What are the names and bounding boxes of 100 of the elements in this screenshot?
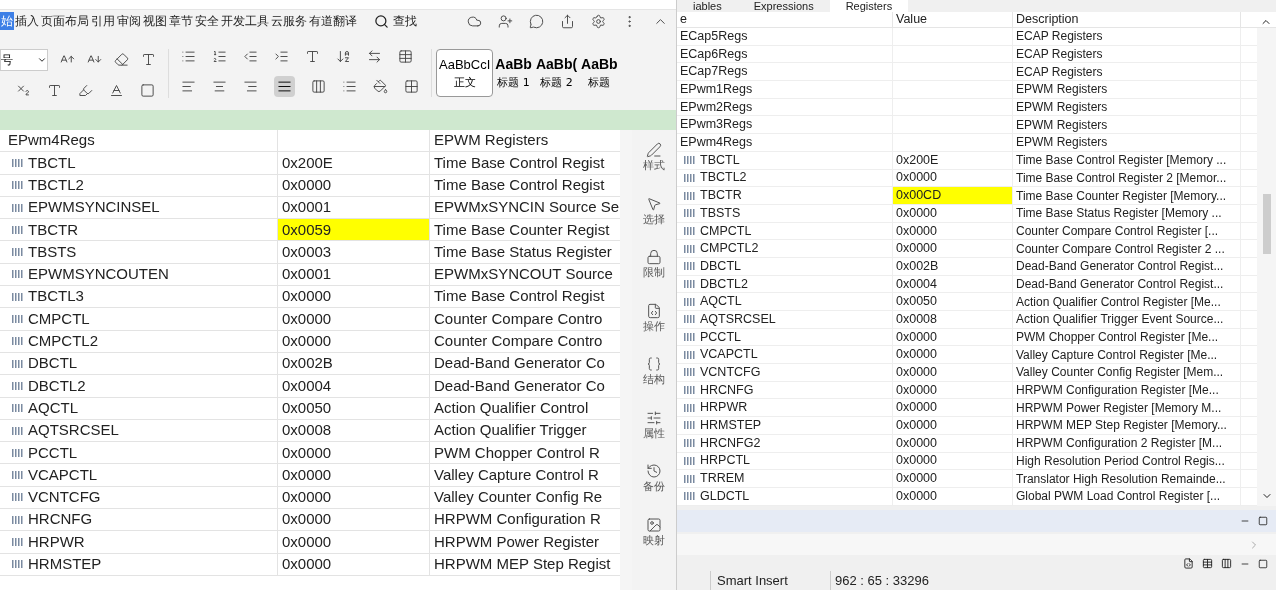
tool-icon <box>646 463 662 479</box>
align-left-icon[interactable] <box>181 79 196 94</box>
side-tool-button[interactable]: 映射 <box>643 516 665 549</box>
register-description: Time Base Control Register 2 [Memor... <box>1013 169 1241 187</box>
register-icon <box>684 474 696 483</box>
register-icon <box>684 456 696 465</box>
register-description: Valley Counter Config Register [Mem... <box>1013 364 1241 381</box>
register-description: Time Base Control Register [Memory ... <box>1013 151 1241 169</box>
user-plus-icon[interactable] <box>498 13 513 29</box>
tool-label: 备份 <box>643 479 665 495</box>
side-tool-button[interactable]: 属性 <box>643 409 665 442</box>
scrollbar-thumb[interactable] <box>1262 194 1271 254</box>
menu-tab[interactable]: 安全 <box>194 12 220 30</box>
char-shading-icon[interactable] <box>140 82 155 98</box>
maximize-icon[interactable] <box>1258 515 1268 526</box>
search-button[interactable]: 查找 <box>374 12 417 30</box>
value-cell: 0x002B <box>893 257 1013 275</box>
register-icon <box>12 471 24 480</box>
register-icon <box>684 297 696 306</box>
style-preset[interactable]: AaBb 标题 1 <box>493 49 534 97</box>
justify-button[interactable] <box>274 76 295 97</box>
register-name: EPWMSYNCOUTEN <box>28 264 169 285</box>
menu-tab[interactable]: 有道翻译 <box>308 12 358 30</box>
column-header[interactable]: e <box>677 12 893 27</box>
register-description: HRPWM MEP Step Regist <box>433 554 612 575</box>
register-name: DBCTL2 <box>700 275 748 293</box>
numbered-list-icon[interactable] <box>212 49 227 64</box>
menu-tab[interactable]: 审阅 <box>116 12 142 30</box>
cloud-icon[interactable] <box>467 13 482 29</box>
toolbar-icon[interactable] <box>1202 558 1213 570</box>
register-icon <box>684 333 696 342</box>
view-tab[interactable]: Expressions <box>737 0 830 12</box>
side-tool-button[interactable]: 样式 <box>643 142 665 175</box>
value-cell: 0x0000 <box>893 169 1013 187</box>
swap-icon[interactable] <box>367 49 382 64</box>
table-icon[interactable] <box>398 49 413 64</box>
tool-label: 操作 <box>643 318 665 335</box>
subscript-icon[interactable] <box>16 82 31 98</box>
menu-tab[interactable]: 始 <box>0 12 14 30</box>
menu-tab[interactable]: 页面布局 <box>40 12 90 30</box>
register-description: Time Base Status Register [Memory ... <box>1013 204 1241 222</box>
register-icon <box>12 538 24 546</box>
font-size-field[interactable]: 号 <box>0 48 48 71</box>
register-description: Time Base Control Regist <box>433 286 606 307</box>
register-name: TBCTL3 <box>28 286 84 307</box>
share-icon[interactable] <box>560 13 575 29</box>
eraser-icon[interactable] <box>114 52 129 67</box>
menu-tab[interactable]: 视图 <box>142 12 168 30</box>
align-right-icon[interactable] <box>243 79 258 94</box>
register-icon <box>12 181 24 190</box>
toolbar-icon[interactable] <box>1221 558 1232 570</box>
toolbar-icon[interactable] <box>1183 558 1194 570</box>
outdent-icon[interactable] <box>243 49 258 64</box>
menu-tab[interactable]: 章节 <box>168 12 194 30</box>
distribute-icon[interactable] <box>311 79 326 94</box>
style-preset[interactable]: AaBb 标题 <box>579 49 620 97</box>
maximize-icon[interactable] <box>1258 558 1268 569</box>
column-header[interactable]: Value <box>893 12 1013 27</box>
side-tool-button[interactable]: 结构 <box>643 356 665 389</box>
chat-icon[interactable] <box>529 13 544 29</box>
column-header[interactable]: Description <box>1013 12 1241 27</box>
register-name: EPwm2Regs <box>680 98 753 116</box>
side-tool-button[interactable]: 选择 <box>643 195 665 228</box>
style-preset[interactable]: AaBbCcI 正文 <box>436 49 494 97</box>
tool-icon <box>646 302 662 319</box>
value-cell: 0x0050 <box>893 293 1013 310</box>
register-name: PCCTL <box>700 328 741 346</box>
value-cell: 0x0004 <box>278 375 430 397</box>
highlighter-icon[interactable] <box>78 82 93 98</box>
value-cell: 0x0000 <box>278 286 430 308</box>
menu-tab[interactable]: 引用 <box>90 12 116 30</box>
settings-icon[interactable] <box>591 13 606 29</box>
menu-tab[interactable]: 开发工具 <box>220 12 270 30</box>
menu-tab[interactable]: 插入 <box>14 12 40 30</box>
menu-tab[interactable]: 云服务 <box>270 12 308 30</box>
shading-icon[interactable] <box>373 79 388 94</box>
register-icon <box>12 515 24 524</box>
font-color-icon[interactable] <box>109 82 124 98</box>
side-tool-button[interactable]: 备份 <box>643 463 665 496</box>
register-description: Dead-Band Generator Co <box>433 353 606 374</box>
indent-icon[interactable] <box>274 49 289 64</box>
sort-icon[interactable] <box>336 49 351 64</box>
border-icon[interactable] <box>404 79 419 94</box>
register-description: Global PWM Load Control Register [... <box>1013 487 1241 505</box>
register-icon <box>12 203 24 212</box>
tool-icon <box>646 195 662 212</box>
align-center-icon[interactable] <box>212 79 227 94</box>
side-tool-button[interactable]: 限制 <box>643 249 665 282</box>
register-name: GLDCTL <box>700 487 750 505</box>
value-cell: 0x0000 <box>278 553 430 575</box>
view-tab[interactable]: Registers <box>829 0 909 12</box>
style-preset[interactable]: AaBb( 标题 2 <box>533 49 580 97</box>
register-name: ECap5Regs <box>680 27 748 45</box>
register-name: VCAPCTL <box>700 346 758 364</box>
register-description: Counter Compare Control Register [... <box>1013 222 1241 240</box>
bullet-list-icon[interactable] <box>181 49 196 64</box>
view-tab[interactable]: iables <box>677 0 738 12</box>
side-tool-button[interactable]: 操作 <box>643 302 665 335</box>
line-spacing-icon[interactable] <box>342 79 357 94</box>
value-cell: 0x0000 <box>893 417 1013 434</box>
